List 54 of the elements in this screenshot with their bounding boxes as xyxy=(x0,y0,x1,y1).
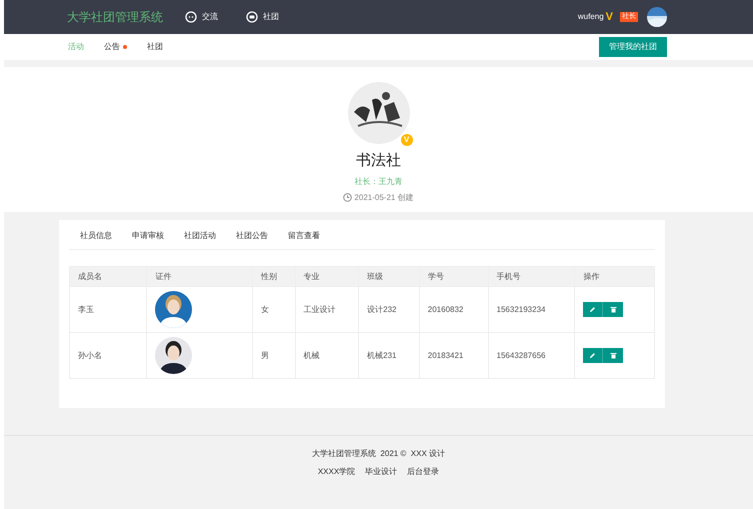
chat-icon xyxy=(185,11,197,23)
nav-link[interactable]: 社团 xyxy=(246,11,279,23)
footer-link[interactable]: 后台登录 xyxy=(407,466,440,478)
verified-badge: V xyxy=(400,134,412,146)
manage-club-button[interactable]: 管理我的社团 xyxy=(599,37,667,57)
table-cell: 孙小名 xyxy=(78,350,102,360)
nav-link[interactable]: 交流 xyxy=(185,11,218,23)
footer-text: 大学社团管理系统 2021 © XXX 设计 xyxy=(312,448,446,460)
avatar[interactable] xyxy=(647,7,667,27)
column-header: 手机号 xyxy=(488,266,575,286)
table-cell: 男 xyxy=(260,350,269,360)
leader-label: 社长： xyxy=(354,176,378,188)
table-cell: 工业设计 xyxy=(304,304,336,314)
column-header: 成员名 xyxy=(70,266,147,286)
tab[interactable]: 社团活动 xyxy=(184,230,216,250)
table-cell: 机械231 xyxy=(367,350,396,360)
group-icon xyxy=(246,11,258,23)
table-cell: 20160832 xyxy=(428,304,464,314)
trash-icon xyxy=(610,306,617,313)
table-cell: 15643287656 xyxy=(496,350,546,360)
site-title[interactable]: 大学社团管理系统 xyxy=(67,8,163,26)
clock-icon xyxy=(343,193,352,202)
column-header: 性别 xyxy=(252,266,296,286)
column-header: 操作 xyxy=(574,266,654,286)
tab[interactable]: 社团公告 xyxy=(236,230,268,250)
table-cell: 女 xyxy=(260,304,269,314)
column-header: 班级 xyxy=(358,266,420,286)
leader-name: 王九青 xyxy=(378,176,402,188)
tab[interactable]: 申请审核 xyxy=(132,230,164,250)
trash-icon xyxy=(610,352,617,359)
pencil-icon xyxy=(589,306,596,313)
subnav-link[interactable]: 社团 xyxy=(147,41,163,53)
edit-button[interactable] xyxy=(583,302,604,317)
vip-mark: V xyxy=(606,10,613,25)
edit-button[interactable] xyxy=(583,348,604,363)
table-cell: 设计232 xyxy=(367,304,396,314)
pencil-icon xyxy=(589,352,596,359)
user-name[interactable]: wufeng xyxy=(578,11,604,23)
delete-button[interactable] xyxy=(603,348,624,363)
column-header: 证件 xyxy=(146,266,252,286)
tab[interactable]: 留言查看 xyxy=(288,230,320,250)
table-cell: 20183421 xyxy=(428,350,464,360)
tab[interactable]: 社员信息 xyxy=(80,230,112,250)
delete-button[interactable] xyxy=(603,302,624,317)
club-name: 书法社 xyxy=(356,151,401,171)
table-cell: 15632193234 xyxy=(496,304,546,314)
footer-link[interactable]: 毕业设计 xyxy=(365,466,398,478)
subnav-link[interactable]: 公告 xyxy=(104,41,120,53)
table-cell: 机械 xyxy=(304,350,320,360)
created-date: 2021-05-21 创建 xyxy=(354,192,414,204)
footer-link[interactable]: XXXX学院 xyxy=(318,466,356,478)
column-header: 学号 xyxy=(419,266,488,286)
table-cell: 李玉 xyxy=(78,304,94,314)
column-header: 专业 xyxy=(295,266,359,286)
